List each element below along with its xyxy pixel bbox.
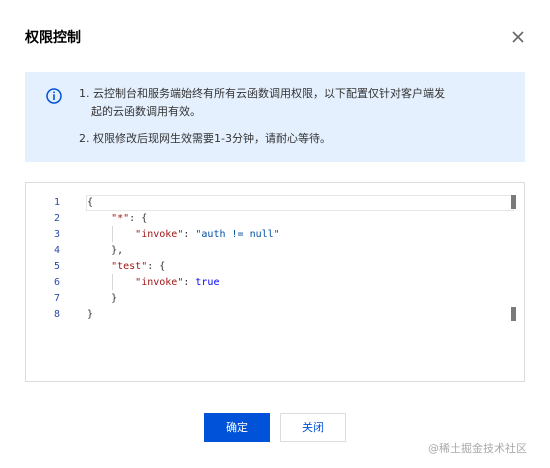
code-token: "auth != null"	[195, 229, 280, 240]
code-line: "invoke": "auth != null"	[87, 227, 280, 243]
code-token: {	[87, 197, 94, 208]
current-line-highlight	[86, 195, 514, 211]
confirm-button[interactable]: 确定	[204, 413, 270, 442]
code-token: "test"	[111, 261, 148, 272]
code-token: :	[183, 277, 196, 288]
line-number: 3	[53, 229, 60, 240]
code-line: "test": {	[87, 259, 165, 275]
dialog-title: 权限控制	[25, 30, 81, 46]
notice-line-1-continued: 起的云函数调用有效。	[91, 105, 201, 118]
notice-line-1: 1. 云控制台和服务端始终有所有云函数调用权限，以下配置仅针对客户端发	[79, 87, 445, 100]
code-token: "invoke"	[135, 277, 184, 288]
code-token: : {	[129, 213, 148, 224]
line-number: 8	[53, 309, 60, 320]
notice-line-2: 2. 权限修改后现网生效需要1-3分钟，请耐心等待。	[79, 132, 331, 145]
code-token: : {	[147, 261, 166, 272]
line-number: 2	[53, 213, 60, 224]
line-number: 4	[53, 245, 60, 256]
line-number: 6	[53, 277, 60, 288]
permission-dialog: 权限控制 1. 云控制台和服务端始终有所有云函数调用权限，以下配置仅针对客户端发…	[0, 0, 550, 468]
info-icon	[46, 88, 62, 104]
code-token: },	[87, 245, 124, 256]
code-line: "invoke": true	[87, 275, 219, 291]
close-icon[interactable]	[509, 28, 527, 46]
code-token: :	[183, 229, 196, 240]
line-number: 7	[53, 293, 60, 304]
code-line: },	[87, 243, 123, 259]
code-line: }	[87, 307, 93, 323]
code-token: }	[87, 309, 94, 320]
line-number: 5	[53, 261, 60, 272]
line-number: 1	[53, 197, 60, 208]
code-line: "*": {	[87, 211, 147, 227]
code-token: "invoke"	[135, 229, 184, 240]
code-token: "*"	[111, 213, 130, 224]
close-button[interactable]: 关闭	[280, 413, 346, 442]
watermark-text: @稀土掘金技术社区	[428, 442, 527, 455]
code-line: {	[87, 195, 93, 211]
code-line: }	[87, 291, 117, 307]
code-token: true	[195, 277, 220, 288]
code-editor[interactable]: 1 2 3 4 5 6 7 8{ "*": { "invoke": "auth != null…	[25, 182, 525, 382]
scrollbar-marker[interactable]	[511, 307, 516, 321]
code-token: }	[87, 293, 118, 304]
scrollbar-marker[interactable]	[511, 195, 516, 209]
info-notice: 1. 云控制台和服务端始终有所有云函数调用权限，以下配置仅针对客户端发 起的云函…	[25, 72, 525, 162]
